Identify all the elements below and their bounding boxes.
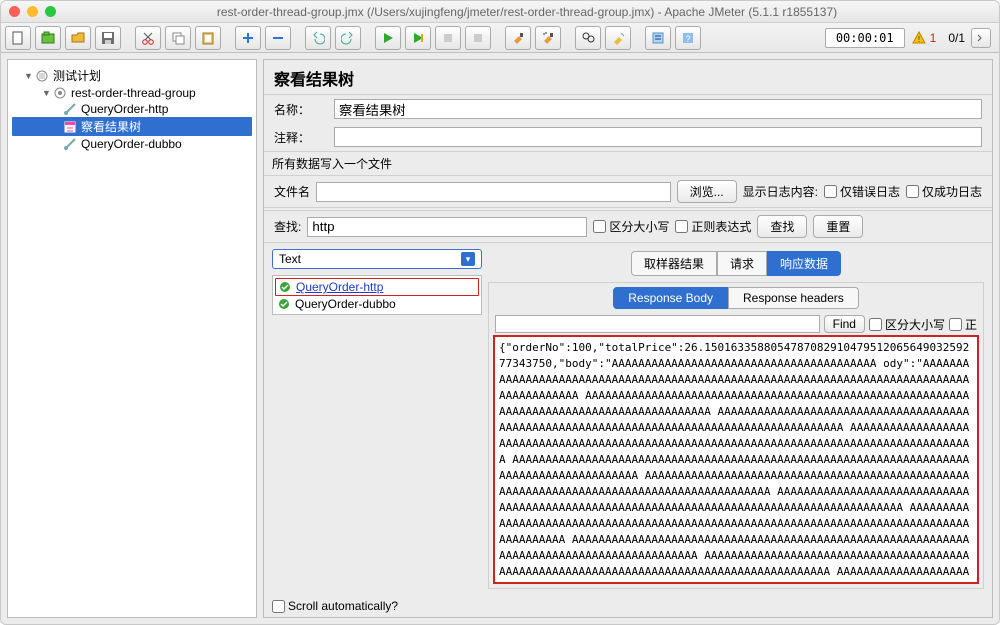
cut-button[interactable] <box>135 26 161 50</box>
remove-button[interactable] <box>265 26 291 50</box>
sample-item-0[interactable]: QueryOrder-http <box>275 278 479 296</box>
close-window-icon[interactable] <box>9 6 20 17</box>
regex-checkbox[interactable]: 正则表达式 <box>675 218 751 235</box>
help-button[interactable]: ? <box>675 26 701 50</box>
filename-label: 文件名 <box>274 183 310 200</box>
main-toolbar: ? 00:00:01 ! 1 0/1 <box>1 23 999 53</box>
success-icon <box>277 297 291 311</box>
success-icon <box>278 280 292 294</box>
response-body-text[interactable]: {"orderNo":100,"totalPrice":26.150163358… <box>493 335 979 584</box>
tab-sampler-result[interactable]: 取样器结果 <box>631 251 717 276</box>
find-button[interactable]: 查找 <box>757 215 807 238</box>
add-button[interactable] <box>235 26 261 50</box>
threadgroup-icon <box>52 86 68 100</box>
window-title: rest-order-thread-group.jmx (/Users/xuji… <box>63 5 991 19</box>
shutdown-button[interactable] <box>465 26 491 50</box>
tree-root[interactable]: ▼ 测试计划 <box>12 66 252 85</box>
render-dropdown-value: Text <box>279 252 301 266</box>
start-button[interactable] <box>375 26 401 50</box>
collapse-icon[interactable]: ▼ <box>24 71 34 81</box>
response-subtabs: Response Body Response headers <box>493 287 979 309</box>
sampler-icon <box>62 102 78 116</box>
tree-group-label: rest-order-thread-group <box>71 86 196 100</box>
new-file-button[interactable] <box>5 26 31 50</box>
start-no-timers-button[interactable] <box>405 26 431 50</box>
tab-response-body[interactable]: Response Body <box>613 287 728 309</box>
zoom-window-icon[interactable] <box>45 6 56 17</box>
sample-item-label: QueryOrder-http <box>296 280 383 294</box>
search-input[interactable] <box>307 217 587 237</box>
file-section-title: 所有数据写入一个文件 <box>264 151 992 176</box>
main-panel: 察看结果树 名称： 注释： 所有数据写入一个文件 文件名 浏览... 显示日志内… <box>263 59 993 618</box>
templates-button[interactable] <box>35 26 61 50</box>
chevron-updown-icon: ▾ <box>461 252 475 266</box>
browse-button[interactable]: 浏览... <box>677 180 737 203</box>
response-case-checkbox[interactable]: 区分大小写 <box>869 316 945 333</box>
response-find-button[interactable]: Find <box>824 315 865 333</box>
warning-icon: ! <box>911 30 927 46</box>
tab-request[interactable]: 请求 <box>717 251 767 276</box>
tab-response-data[interactable]: 响应数据 <box>767 251 841 276</box>
response-regex-checkbox[interactable]: 正 <box>949 316 977 333</box>
comment-label: 注释： <box>274 129 334 146</box>
sample-item-1[interactable]: QueryOrder-dubbo <box>275 296 479 312</box>
undo-button[interactable] <box>305 26 331 50</box>
save-file-button[interactable] <box>95 26 121 50</box>
open-file-button[interactable] <box>65 26 91 50</box>
test-plan-tree[interactable]: ▼ 测试计划 ▼ rest-order-thread-group QueryOr… <box>7 59 257 618</box>
window-titlebar: rest-order-thread-group.jmx (/Users/xuji… <box>1 1 999 23</box>
clear-all-button[interactable] <box>535 26 561 50</box>
error-only-checkbox[interactable]: 仅错误日志 <box>824 183 900 200</box>
tree-item-1[interactable]: 察看结果树 <box>12 117 252 136</box>
comment-input[interactable] <box>334 127 982 147</box>
panel-title: 察看结果树 <box>264 60 992 95</box>
response-find-input[interactable] <box>495 315 820 333</box>
tree-item-label: 察看结果树 <box>81 118 141 135</box>
render-dropdown[interactable]: Text ▾ <box>272 249 482 269</box>
clear-button[interactable] <box>505 26 531 50</box>
search-label: 查找: <box>274 218 301 235</box>
svg-text:!: ! <box>918 35 920 44</box>
minimize-window-icon[interactable] <box>27 6 38 17</box>
tree-item-0[interactable]: QueryOrder-http <box>12 101 252 117</box>
reset-button[interactable]: 重置 <box>813 215 863 238</box>
tree-item-2[interactable]: QueryOrder-dubbo <box>12 136 252 152</box>
collapse-icon[interactable]: ▼ <box>42 88 52 98</box>
svg-text:?: ? <box>685 34 690 44</box>
name-input[interactable] <box>334 99 982 119</box>
copy-button[interactable] <box>165 26 191 50</box>
tree-item-label: QueryOrder-http <box>81 102 168 116</box>
elapsed-timer: 00:00:01 <box>825 28 905 48</box>
function-helper-button[interactable] <box>645 26 671 50</box>
reset-search-button[interactable] <box>605 26 631 50</box>
sample-list[interactable]: QueryOrder-http QueryOrder-dubbo <box>272 275 482 315</box>
stop-button[interactable] <box>435 26 461 50</box>
results-tree-icon <box>62 120 78 134</box>
expand-tree-button[interactable] <box>971 28 991 48</box>
tab-response-headers[interactable]: Response headers <box>728 287 859 309</box>
testplan-icon <box>34 69 50 83</box>
success-only-checkbox[interactable]: 仅成功日志 <box>906 183 982 200</box>
thread-count: 0/1 <box>948 31 965 45</box>
redo-button[interactable] <box>335 26 361 50</box>
result-tabs: 取样器结果 请求 响应数据 <box>488 251 984 276</box>
scroll-auto-checkbox[interactable]: Scroll automatically? <box>272 599 398 613</box>
warning-count[interactable]: ! 1 <box>911 30 937 46</box>
sampler-icon <box>62 137 78 151</box>
name-label: 名称： <box>274 101 334 118</box>
log-display-label: 显示日志内容: <box>743 183 818 200</box>
filename-input[interactable] <box>316 182 671 202</box>
search-button[interactable] <box>575 26 601 50</box>
sample-item-label: QueryOrder-dubbo <box>295 297 396 311</box>
case-sensitive-checkbox[interactable]: 区分大小写 <box>593 218 669 235</box>
paste-button[interactable] <box>195 26 221 50</box>
tree-thread-group[interactable]: ▼ rest-order-thread-group <box>12 85 252 101</box>
tree-root-label: 测试计划 <box>53 67 101 84</box>
tree-item-label: QueryOrder-dubbo <box>81 137 182 151</box>
